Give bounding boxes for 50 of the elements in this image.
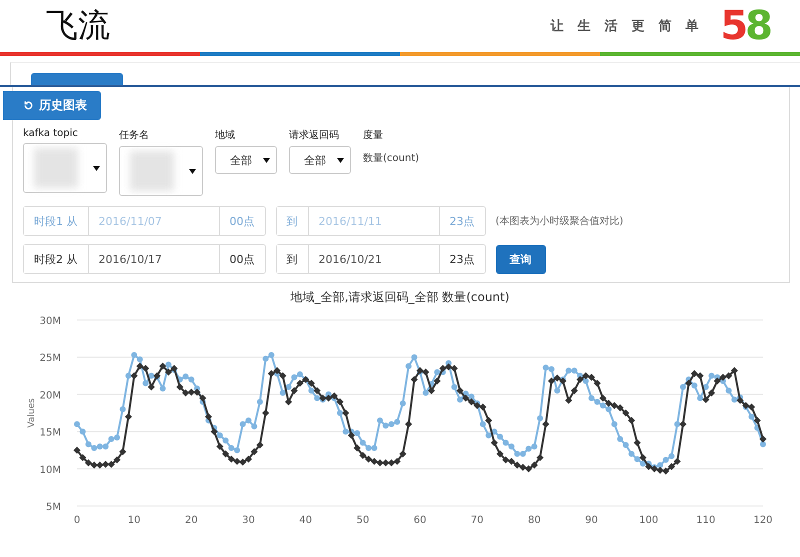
slogan-text: 生 xyxy=(577,18,590,35)
x-tick-label: 80 xyxy=(528,515,541,526)
note-text: (本图表为小时级聚合值对比) xyxy=(496,214,624,228)
y-axis-title: Values xyxy=(27,398,37,428)
hour-field[interactable]: 23点 xyxy=(440,245,484,273)
field-label: 地域 xyxy=(215,128,236,142)
logo: 58 xyxy=(720,6,770,46)
field-label: 请求返回码 xyxy=(289,128,340,142)
x-tick-label: 40 xyxy=(299,515,312,526)
slogan-text: 让 xyxy=(550,18,564,35)
y-tick-label: 25M xyxy=(40,353,61,364)
history-chart-tab[interactable]: 历史图表 xyxy=(3,91,101,120)
query-button[interactable]: 查询 xyxy=(496,244,546,274)
chart-title: 地域_全部,请求返回码_全部 数量(count) xyxy=(290,289,510,306)
slogan-text: 活 xyxy=(604,18,618,35)
to-label: 到 xyxy=(276,245,308,273)
x-tick-label: 90 xyxy=(585,515,598,526)
date-range-to[interactable]: 到 2016/10/21 23点 xyxy=(276,244,486,274)
y-tick-label: 20M xyxy=(40,390,61,402)
to-label: 到 xyxy=(276,207,308,235)
hour-field[interactable]: 00点 xyxy=(220,245,264,273)
slogan-text: 单 xyxy=(685,18,698,35)
slogan-text: 简 xyxy=(658,18,672,35)
y-tick-label: 5M xyxy=(46,502,61,513)
x-tick-label: 20 xyxy=(184,515,198,526)
y-tick-label: 30M xyxy=(40,316,61,327)
app-title: 飞流 xyxy=(46,5,110,46)
x-tick-label: 50 xyxy=(356,515,370,526)
x-tick-label: 70 xyxy=(470,515,484,526)
x-tick-label: 110 xyxy=(696,515,716,526)
field-label: 度量 xyxy=(363,128,384,142)
x-tick-label: 0 xyxy=(74,515,80,526)
date-field[interactable]: 2016/10/17 xyxy=(88,245,220,273)
period-label: 时段1 从 xyxy=(24,207,88,235)
date-field[interactable]: 2016/10/21 xyxy=(308,245,440,273)
y-tick-label: 10M xyxy=(40,464,61,476)
y-tick-label: 15M xyxy=(40,428,61,439)
slogan-text: 更 xyxy=(631,18,644,35)
x-tick-label: 120 xyxy=(753,515,773,526)
dropdown[interactable]: 全部 xyxy=(289,146,351,174)
period-label: 时段2 从 xyxy=(24,245,88,273)
field-label: kafka topic xyxy=(23,128,79,139)
x-tick-label: 10 xyxy=(128,515,141,526)
dropdown[interactable]: 全部 xyxy=(215,146,277,174)
x-tick-label: 60 xyxy=(414,515,426,526)
x-tick-label: 100 xyxy=(639,515,658,526)
x-tick-label: 30 xyxy=(242,515,255,526)
date-range-from[interactable]: 时段2 从 2016/10/17 00点 xyxy=(23,244,266,274)
measure-value: 数量(count) xyxy=(363,152,420,165)
field-label: 任务名 xyxy=(119,129,150,142)
